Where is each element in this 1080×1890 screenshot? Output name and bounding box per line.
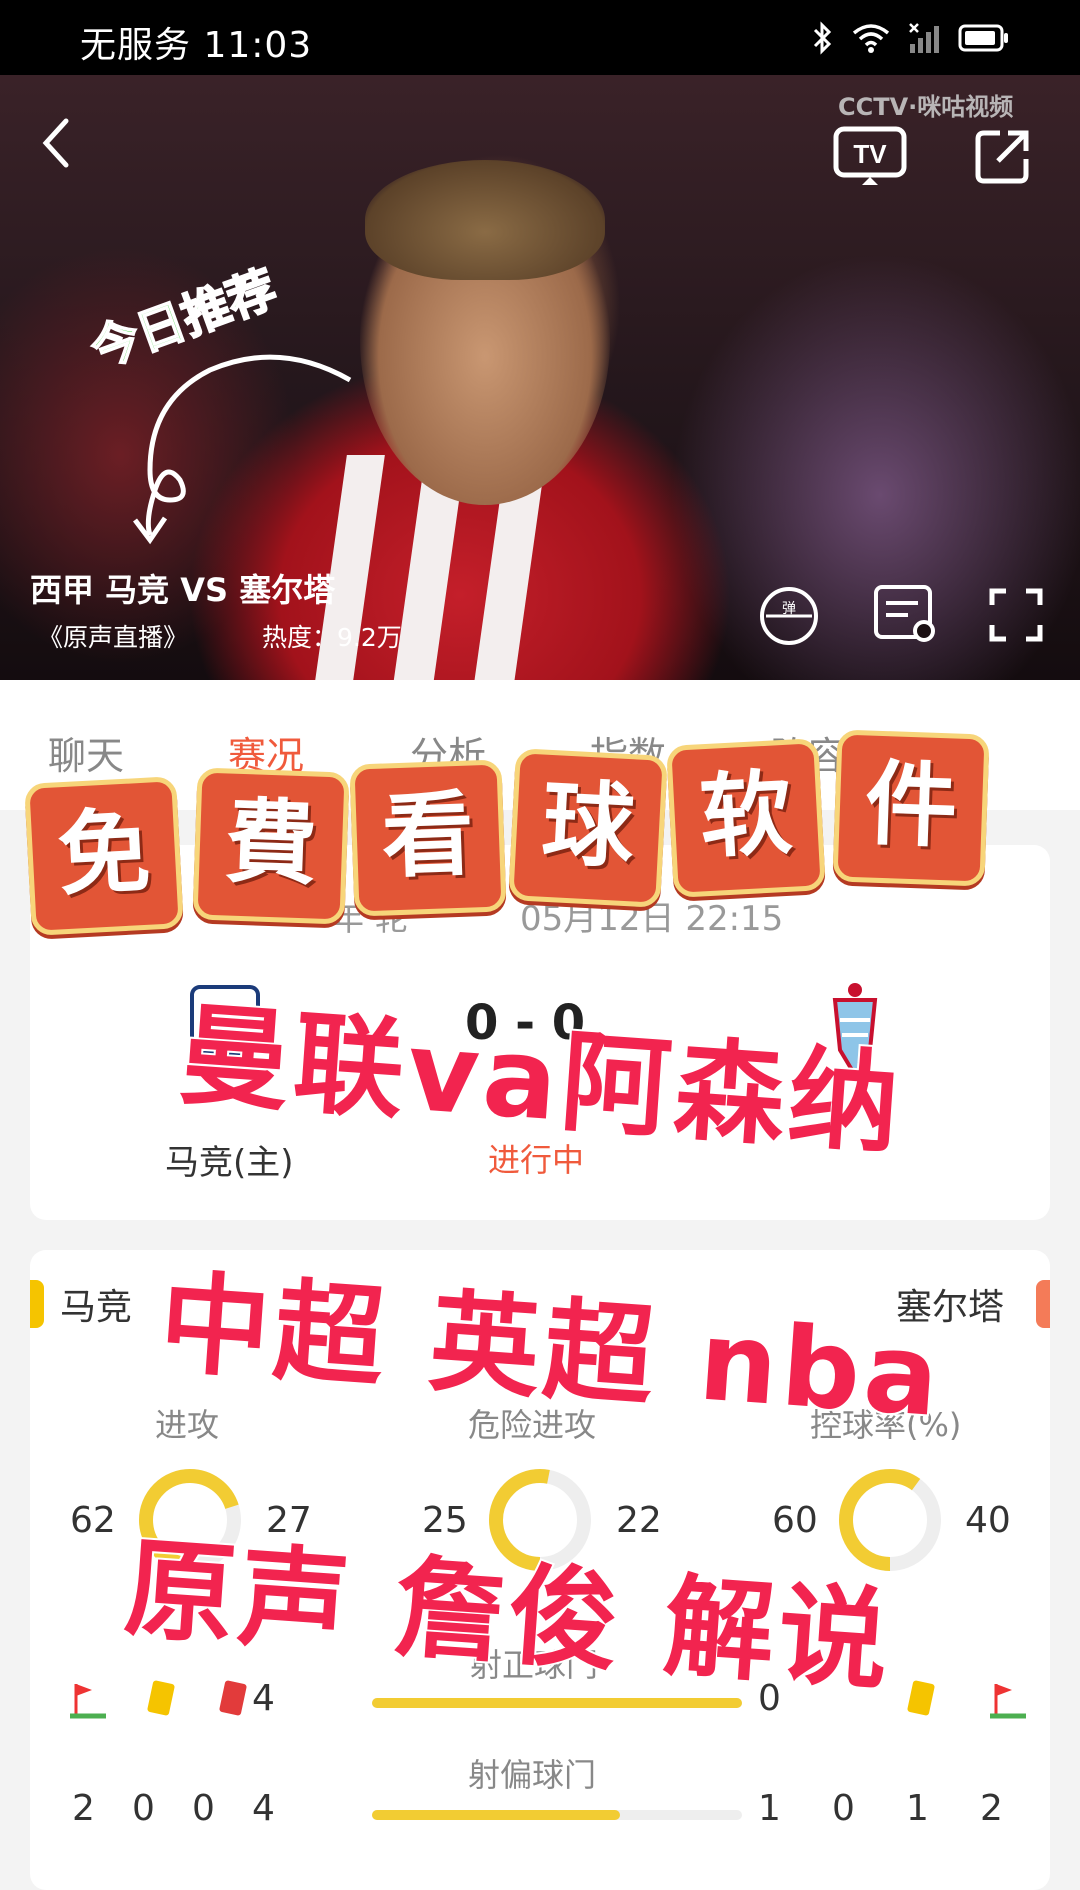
row2-bar-home xyxy=(372,1810,620,1820)
away-yellow-card-icon xyxy=(906,1680,936,1716)
danmaku-settings-button[interactable] xyxy=(872,583,938,649)
match-title: 西甲 马竞 VS 塞尔塔 xyxy=(30,571,336,609)
promo-badge-2: 費 xyxy=(192,767,350,925)
promo-badge-3: 看 xyxy=(349,759,507,917)
row2-home-val-3: 0 xyxy=(192,1788,215,1829)
promo-badge-1: 免 xyxy=(24,776,184,936)
danmaku-icon: 弹 xyxy=(760,587,818,645)
row2-away-val-3: 1 xyxy=(906,1788,929,1829)
status-icons xyxy=(812,18,1010,58)
danmaku-toggle[interactable]: 弹 xyxy=(758,585,820,651)
carrier-text: 无服务 xyxy=(80,25,192,66)
curved-arrow-icon xyxy=(133,354,352,545)
chevron-left-icon xyxy=(42,118,69,168)
fullscreen-icon xyxy=(989,588,1043,642)
promo-badge-4: 球 xyxy=(508,748,668,908)
row2-away-val-4: 2 xyxy=(980,1788,1003,1829)
clock-text: 11:03 xyxy=(203,25,313,66)
signal-icon xyxy=(909,23,939,53)
row2-home-val-1: 2 xyxy=(72,1788,95,1829)
home-team-name: 马竞(主) xyxy=(165,1143,294,1183)
wifi-icon xyxy=(852,24,890,53)
row1-home-val-4: 4 xyxy=(252,1678,275,1719)
corner-flag-icon xyxy=(70,1684,106,1719)
away-corner-flag-icon xyxy=(990,1684,1026,1719)
cast-tv-button[interactable]: TV xyxy=(832,125,908,191)
red-card-icon xyxy=(218,1680,248,1716)
broadcast-type: 《原声直播》 xyxy=(38,623,189,652)
tab-chat[interactable]: 聊天 xyxy=(48,725,124,780)
donut-label-attack: 进攻 xyxy=(155,1406,220,1444)
watermark: CCTV·咪咕视频 xyxy=(838,93,1014,121)
battery-icon xyxy=(958,24,1008,52)
heat-count: 热度：9.2万 xyxy=(262,623,402,652)
row2-home-val-4: 4 xyxy=(252,1788,275,1829)
row2-label: 射偏球门 xyxy=(468,1756,597,1794)
share-button[interactable] xyxy=(972,125,1034,191)
message-settings-icon xyxy=(874,585,935,642)
status-bar: 无服务 11:03 xyxy=(0,0,1080,75)
row2-home-val-2: 0 xyxy=(132,1788,155,1829)
player-hair xyxy=(365,160,605,280)
share-out-icon xyxy=(975,130,1029,184)
back-button[interactable] xyxy=(38,115,74,175)
away-color-marker xyxy=(1036,1280,1050,1328)
promo-badge-5: 软 xyxy=(666,738,826,898)
row1-bar-home xyxy=(372,1698,742,1708)
donut-home-possession: 60 xyxy=(772,1500,818,1541)
bluetooth-icon xyxy=(813,21,832,55)
fullscreen-button[interactable] xyxy=(988,587,1044,647)
video-player[interactable]: CCTV·咪咕视频 TV 今日推荐 西甲 马竞 VS 塞尔塔 《原声直播》 热度… xyxy=(0,75,1080,680)
tv-cast-icon: TV xyxy=(833,126,907,185)
status-left: 无服务 11:03 xyxy=(80,16,312,68)
row2-away-val-2: 0 xyxy=(832,1788,855,1829)
svg-text:TV: TV xyxy=(853,139,887,169)
row2-away-val-1: 1 xyxy=(758,1788,781,1829)
svg-text:弹: 弹 xyxy=(782,601,796,617)
home-color-marker xyxy=(30,1280,44,1328)
promo-badge-6: 件 xyxy=(832,729,990,887)
stats-home-name: 马竞 xyxy=(60,1287,133,1328)
donut-home-attack: 62 xyxy=(70,1500,116,1541)
donut-away-possession: 40 xyxy=(965,1500,1011,1541)
yellow-card-icon xyxy=(146,1680,176,1716)
